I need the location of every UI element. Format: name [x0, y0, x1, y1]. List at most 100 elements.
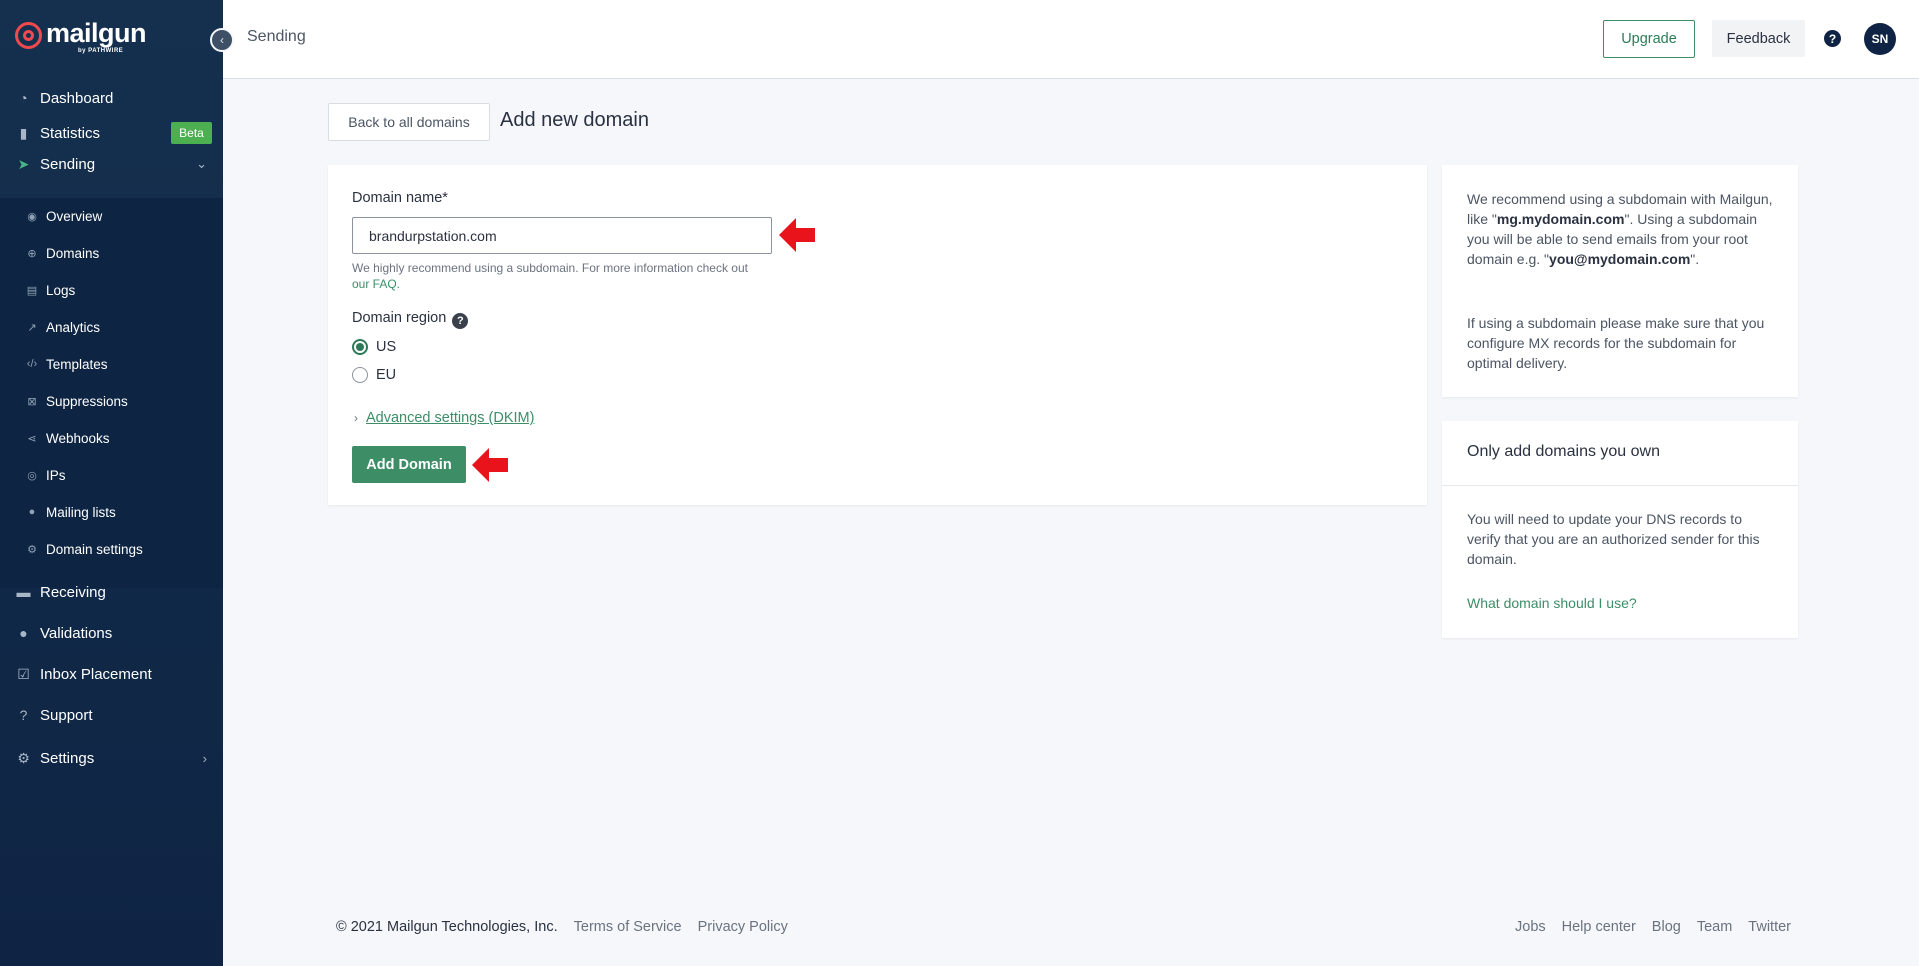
- advanced-settings-link[interactable]: Advanced settings (DKIM): [366, 410, 534, 426]
- subnav-domains[interactable]: ⊕ Domains: [0, 238, 223, 268]
- mx-records-text: If using a subdomain please make sure th…: [1467, 315, 1765, 371]
- privacy-link[interactable]: Privacy Policy: [698, 919, 788, 935]
- dashboard-icon: ◔: [19, 90, 28, 106]
- subnav-templates[interactable]: ‹/› Templates: [0, 349, 223, 379]
- add-domain-form: Domain name* We highly recommend using a…: [328, 165, 1427, 505]
- subdomain-hint: We highly recommend using a subdomain. F…: [352, 260, 782, 292]
- nav-inbox-placement[interactable]: ☑ Inbox Placement: [0, 656, 223, 692]
- red-arrow-annotation: [472, 448, 508, 482]
- checkbox-chart-icon: ☑: [17, 665, 30, 682]
- document-icon: ▤: [26, 284, 38, 297]
- subnav-ips[interactable]: ◎ IPs: [0, 460, 223, 490]
- nav-dashboard[interactable]: ◔ Dashboard: [0, 80, 223, 116]
- subnav-webhooks[interactable]: ⋖ Webhooks: [0, 423, 223, 453]
- subnav-webhooks-label: Webhooks: [46, 430, 110, 446]
- nav-validations-label: Validations: [40, 624, 113, 642]
- what-domain-link[interactable]: What domain should I use?: [1467, 595, 1637, 611]
- sending-subnav: ◉ Overview ⊕ Domains ▤ Logs ↗ Analytics …: [0, 198, 223, 588]
- logo-wordmark: mailgun: [46, 18, 147, 48]
- blog-link[interactable]: Blog: [1652, 919, 1681, 935]
- recommendation-text: We recommend using a subdomain with Mail…: [1467, 189, 1777, 269]
- chevron-right-icon: ›: [354, 411, 358, 425]
- nav-statistics-label: Statistics: [40, 124, 101, 142]
- twitter-link[interactable]: Twitter: [1748, 919, 1791, 935]
- upgrade-button[interactable]: Upgrade: [1603, 20, 1695, 58]
- subnav-suppressions[interactable]: ⊠ Suppressions: [0, 386, 223, 416]
- advanced-settings-toggle[interactable]: › Advanced settings (DKIM): [354, 410, 534, 426]
- add-domain-button[interactable]: Add Domain: [352, 446, 466, 483]
- help-center-link[interactable]: Help center: [1562, 919, 1636, 935]
- subnav-ips-label: IPs: [46, 467, 66, 483]
- region-help-icon[interactable]: ?: [452, 313, 469, 329]
- person-icon: ●: [28, 506, 36, 518]
- subnav-mailing-lists-label: Mailing lists: [46, 504, 116, 520]
- faq-link[interactable]: our FAQ.: [352, 277, 400, 291]
- subnav-domains-label: Domains: [46, 245, 100, 261]
- region-us-label: US: [376, 339, 397, 355]
- feedback-button[interactable]: Feedback: [1712, 20, 1805, 57]
- mailgun-logo-icon: [15, 22, 42, 49]
- globe-icon: ⊕: [27, 247, 37, 260]
- nav-support[interactable]: ? Support: [0, 697, 223, 733]
- nav-sending[interactable]: ➤ Sending ⌄: [0, 146, 223, 182]
- region-option-eu[interactable]: EU: [352, 367, 396, 383]
- subnav-domain-settings-label: Domain settings: [46, 541, 143, 557]
- chevron-right-icon: ›: [202, 750, 207, 766]
- user-check-icon: ●: [19, 625, 28, 641]
- own-domains-title: Only add domains you own: [1467, 443, 1660, 460]
- collapse-sidebar-button[interactable]: ‹: [210, 28, 234, 52]
- subnav-mailing-lists[interactable]: ● Mailing lists: [0, 497, 223, 527]
- block-icon: ⊠: [27, 395, 37, 408]
- subnav-logs-label: Logs: [46, 282, 76, 298]
- webhook-icon: ⋖: [27, 432, 37, 445]
- team-link[interactable]: Team: [1697, 919, 1732, 935]
- help-icon[interactable]: ?: [1824, 30, 1841, 47]
- jobs-link[interactable]: Jobs: [1515, 919, 1546, 935]
- settings-gear-icon: ⚙: [17, 749, 30, 766]
- domain-name-input[interactable]: [352, 217, 772, 254]
- dns-records-text: You will need to update your DNS records…: [1467, 511, 1760, 567]
- nav-settings[interactable]: ⚙ Settings ›: [0, 740, 223, 776]
- terms-link[interactable]: Terms of Service: [574, 919, 682, 935]
- subdomain-recommendation-card: We recommend using a subdomain with Mail…: [1442, 165, 1798, 397]
- nav-dashboard-label: Dashboard: [40, 89, 114, 107]
- subnav-logs[interactable]: ▤ Logs: [0, 275, 223, 305]
- subnav-templates-label: Templates: [46, 356, 108, 372]
- hint-text: We highly recommend using a subdomain. F…: [352, 261, 748, 275]
- domain-region-label: Domain region?: [352, 310, 469, 329]
- domain-region-text: Domain region: [352, 310, 447, 326]
- eye-icon: ◉: [27, 210, 37, 223]
- region-eu-label: EU: [376, 367, 397, 383]
- nav-receiving[interactable]: ▬ Receiving: [0, 574, 223, 610]
- subnav-overview-label: Overview: [46, 208, 103, 224]
- radio-us[interactable]: [352, 339, 368, 355]
- red-arrow-annotation: [779, 218, 815, 252]
- mailgun-logo[interactable]: mailgun by PATHWIRE: [15, 18, 147, 54]
- region-option-us[interactable]: US: [352, 339, 396, 355]
- back-to-domains-button[interactable]: Back to all domains: [328, 103, 490, 141]
- subnav-analytics[interactable]: ↗ Analytics: [0, 312, 223, 342]
- subnav-domain-settings[interactable]: ⚙ Domain settings: [0, 534, 223, 564]
- radio-eu[interactable]: [352, 367, 368, 383]
- rec-example-email: you@mydomain.com: [1549, 251, 1691, 267]
- inbox-icon: ▬: [16, 584, 31, 600]
- rec-text-e: ".: [1690, 251, 1700, 267]
- question-circle-icon: ?: [19, 707, 28, 723]
- section-title: Sending: [247, 28, 306, 45]
- nav-validations[interactable]: ● Validations: [0, 615, 223, 651]
- subnav-suppressions-label: Suppressions: [46, 393, 128, 409]
- nav-settings-label: Settings: [40, 749, 95, 767]
- footer-left: © 2021 Mailgun Technologies, Inc. Terms …: [336, 919, 804, 935]
- subnav-overview[interactable]: ◉ Overview: [0, 201, 223, 231]
- location-pin-icon: ◎: [27, 469, 37, 482]
- nav-support-label: Support: [40, 706, 93, 724]
- own-domains-card: Only add domains you own You will need t…: [1442, 421, 1798, 638]
- card-divider: [1442, 485, 1798, 486]
- copyright: © 2021 Mailgun Technologies, Inc.: [336, 919, 558, 935]
- logo-byline: by PATHWIRE: [78, 48, 124, 54]
- paper-plane-icon: ➤: [17, 155, 30, 172]
- top-bar: Sending Upgrade Feedback ? SN: [223, 0, 1919, 79]
- code-icon: ‹/›: [26, 358, 38, 370]
- user-avatar[interactable]: SN: [1864, 23, 1896, 55]
- footer-right: Jobs Help center Blog Team Twitter: [1499, 919, 1791, 935]
